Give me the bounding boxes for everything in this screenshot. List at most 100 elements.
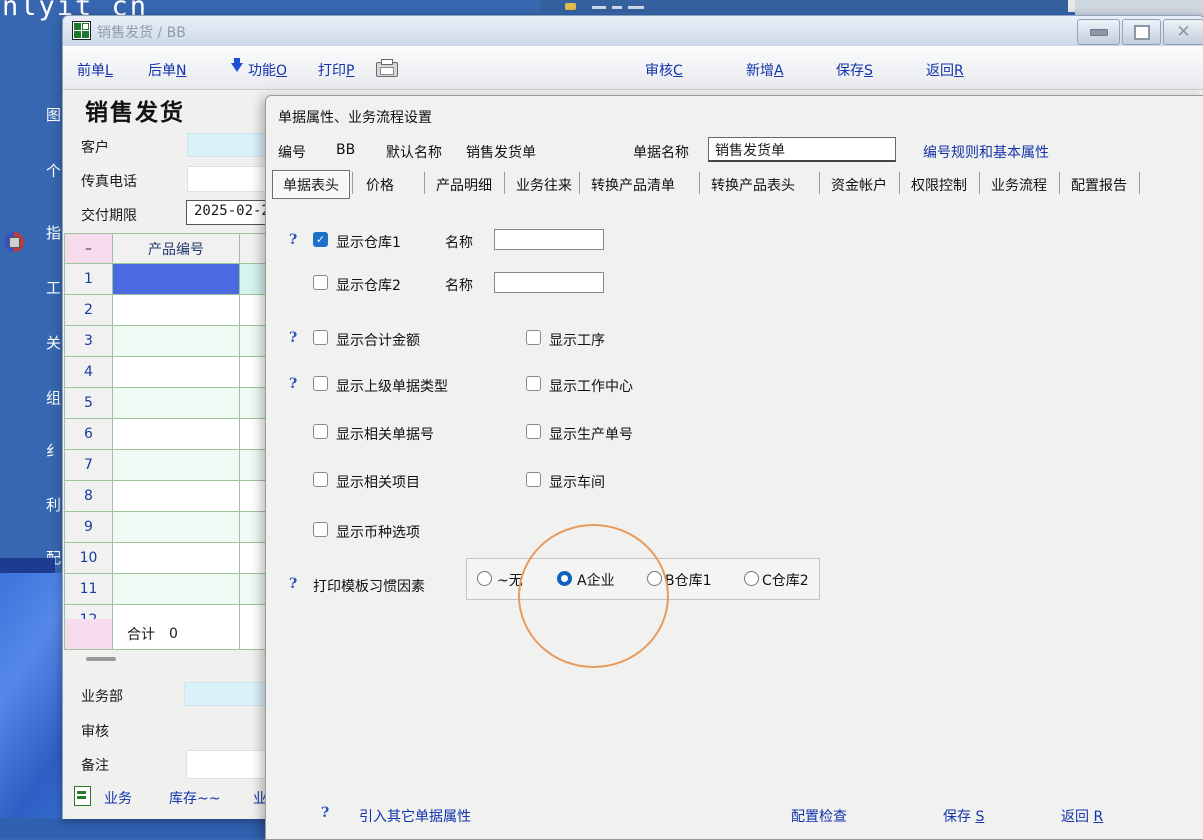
audit-button[interactable]: 审核C: [645, 60, 683, 80]
next-doc-button[interactable]: 后单N: [148, 60, 186, 80]
minimize-button[interactable]: [1077, 19, 1120, 45]
show-total-amount-checkbox[interactable]: [313, 330, 328, 345]
numbering-rule-link[interactable]: 编号规则和基本属性: [923, 142, 1049, 162]
tab-business-contacts[interactable]: 业务往来: [516, 175, 572, 195]
prev-doc-button[interactable]: 前单L: [77, 60, 113, 80]
minimize-icon: [1090, 29, 1108, 36]
tab-convert-product-header[interactable]: 转换产品表头: [711, 175, 795, 195]
printer-icon[interactable]: [376, 62, 398, 77]
help-icon[interactable]: ?: [289, 232, 297, 248]
show-warehouse1-checkbox[interactable]: ✓: [313, 232, 328, 247]
background-window-titlebar: [540, 0, 1068, 12]
total-label: 合计: [127, 624, 155, 644]
doc-name-input[interactable]: 销售发货单: [708, 137, 896, 162]
total-row-corner: [65, 619, 113, 650]
row-number: 10: [65, 543, 113, 574]
import-other-props-link[interactable]: 引入其它单据属性: [359, 806, 471, 826]
tab-separator: [819, 172, 820, 194]
warehouse2-name-input[interactable]: [494, 272, 604, 293]
show-process-checkbox[interactable]: [526, 330, 541, 345]
tab-doc-header[interactable]: 单据表头: [272, 170, 350, 199]
radio-none-label: ~无: [497, 570, 523, 590]
desktop-app-icon[interactable]: [4, 232, 24, 252]
tab-product-detail[interactable]: 产品明细: [436, 175, 492, 195]
splitter-handle[interactable]: [86, 657, 116, 661]
row-number: 11: [65, 574, 113, 605]
show-workshop-checkbox[interactable]: [526, 472, 541, 487]
window-title: 销售发货 / BB: [97, 22, 186, 42]
show-related-doc-checkbox[interactable]: [313, 424, 328, 439]
table-cell[interactable]: [113, 326, 240, 357]
table-cell[interactable]: [113, 574, 240, 605]
table-cell[interactable]: [113, 388, 240, 419]
show-work-center-checkbox[interactable]: [526, 376, 541, 391]
radio-b-warehouse1[interactable]: [647, 571, 662, 586]
tab-separator: [699, 172, 700, 194]
save-button[interactable]: 保存S: [836, 60, 873, 80]
help-icon[interactable]: ?: [321, 805, 329, 821]
dialog-save-button[interactable]: 保存 S: [943, 806, 984, 826]
table-header-minus[interactable]: –: [65, 234, 113, 264]
row-number: 9: [65, 512, 113, 543]
function-button[interactable]: 功能O: [248, 60, 287, 80]
inventory-tab-link[interactable]: 库存~~: [169, 788, 220, 808]
table-cell[interactable]: [113, 481, 240, 512]
radio-none[interactable]: [477, 571, 492, 586]
warehouse1-name-label: 名称: [445, 232, 473, 252]
return-button[interactable]: 返回R: [926, 60, 964, 80]
table-header-product-code[interactable]: 产品编号: [113, 234, 240, 264]
tab-separator: [504, 172, 505, 194]
tab-business-flow[interactable]: 业务流程: [991, 175, 1047, 195]
table-cell[interactable]: [113, 450, 240, 481]
default-name-label: 默认名称: [386, 142, 442, 162]
row-number: 2: [65, 295, 113, 326]
show-currency-checkbox[interactable]: [313, 522, 328, 537]
table-cell[interactable]: [113, 605, 240, 619]
tab-price[interactable]: 价格: [366, 175, 394, 195]
radio-c-warehouse2[interactable]: [744, 571, 759, 586]
desktop-wallpaper-area: [0, 818, 265, 838]
help-icon[interactable]: ?: [289, 576, 297, 592]
show-process-label: 显示工序: [549, 330, 605, 350]
table-cell[interactable]: [113, 357, 240, 388]
show-warehouse1-label: 显示仓库1: [336, 232, 401, 252]
add-new-button[interactable]: 新增A: [746, 60, 784, 80]
help-icon[interactable]: ?: [289, 376, 297, 392]
tab-permission-control[interactable]: 权限控制: [911, 175, 967, 195]
table-cell[interactable]: [113, 295, 240, 326]
document-refresh-icon[interactable]: [74, 786, 91, 806]
table-cell[interactable]: [113, 543, 240, 574]
desktop-wallpaper-area: [0, 573, 62, 838]
check-icon: ✓: [316, 234, 325, 245]
tab-fund-account[interactable]: 资金帐户: [831, 175, 887, 195]
show-parent-type-checkbox[interactable]: [313, 376, 328, 391]
maximize-button[interactable]: [1122, 19, 1161, 45]
selected-cell[interactable]: [113, 264, 240, 295]
table-cell[interactable]: [113, 419, 240, 450]
tab-separator: [424, 172, 425, 194]
show-warehouse2-label: 显示仓库2: [336, 275, 401, 295]
warehouse1-name-input[interactable]: [494, 229, 604, 250]
tab-separator: [579, 172, 580, 194]
tab-convert-product-list[interactable]: 转换产品清单: [591, 175, 675, 195]
radio-a-enterprise[interactable]: [557, 571, 572, 586]
config-check-link[interactable]: 配置检查: [791, 806, 847, 826]
dialog-return-button[interactable]: 返回 R: [1061, 806, 1103, 826]
help-icon[interactable]: ?: [289, 330, 297, 346]
show-parent-type-label: 显示上级单据类型: [336, 376, 448, 396]
show-related-project-checkbox[interactable]: [313, 472, 328, 487]
show-production-no-checkbox[interactable]: [526, 424, 541, 439]
deadline-label: 交付期限: [81, 205, 137, 225]
radio-b-warehouse1-label: B仓库1: [665, 570, 712, 590]
table-cell[interactable]: [113, 512, 240, 543]
background-window-icon: [565, 3, 576, 10]
code-label: 编号: [278, 142, 306, 162]
print-button[interactable]: 打印P: [318, 60, 354, 80]
tab-config-report[interactable]: 配置报告: [1071, 175, 1127, 195]
row-number: 7: [65, 450, 113, 481]
show-warehouse2-checkbox[interactable]: [313, 275, 328, 290]
business-tab-link[interactable]: 业务: [104, 788, 132, 808]
toolbar: 前单L 后单N 功能O 打印P 审核C 新增A 保存S 返回R: [63, 46, 1203, 90]
close-button[interactable]: ✕: [1163, 19, 1203, 45]
window-titlebar[interactable]: 销售发货 / BB ✕: [63, 16, 1203, 47]
